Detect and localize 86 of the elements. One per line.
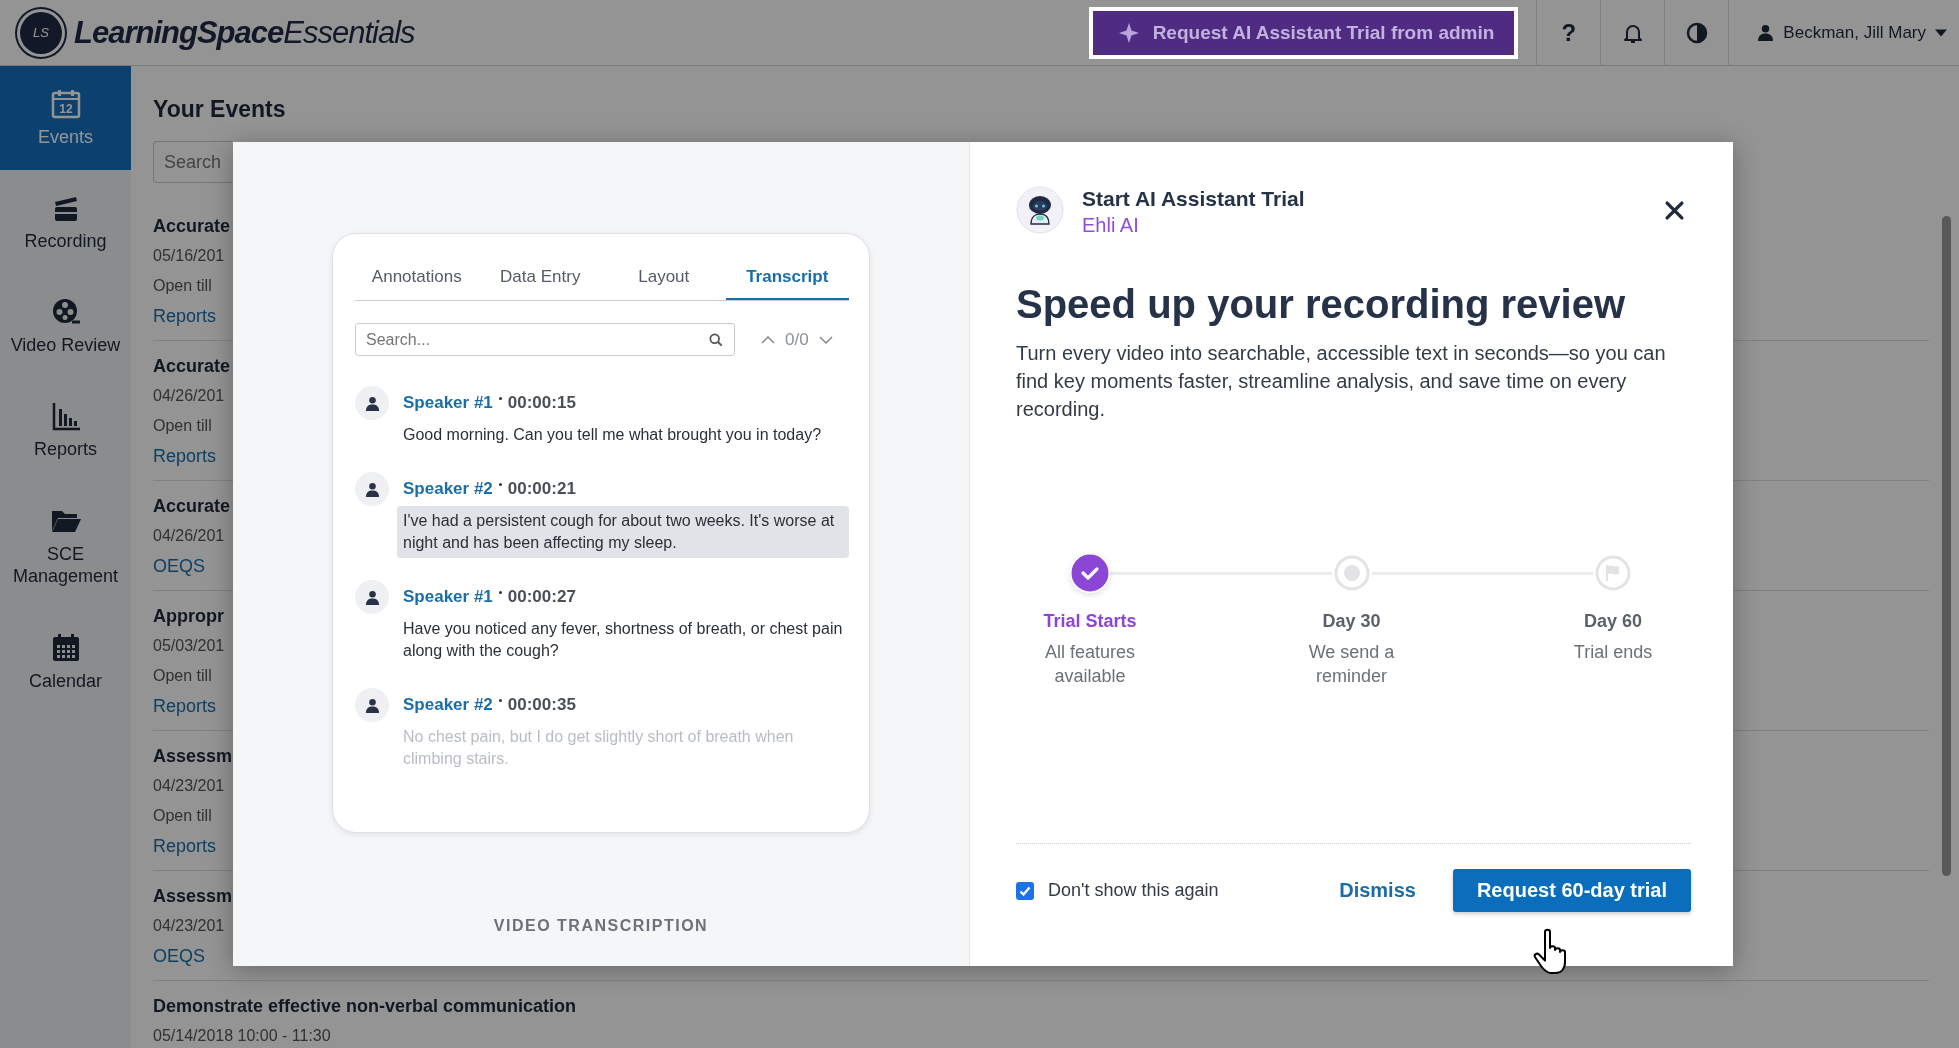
event-date: 04/26/201 xyxy=(153,386,225,406)
event-date: 04/26/201 xyxy=(153,526,225,546)
dont-show-checkbox[interactable]: Don't show this again xyxy=(1016,880,1219,901)
event-title: Accurate xyxy=(153,215,231,238)
event-link[interactable]: Reports xyxy=(153,691,217,721)
event-status: Open till xyxy=(153,666,212,686)
separator-dot-icon xyxy=(498,482,502,486)
speaker-name[interactable]: Speaker #2 xyxy=(403,479,493,499)
event-date: 04/23/201 xyxy=(153,916,225,936)
event-date: 05/03/201 xyxy=(153,636,225,656)
sidebar-item[interactable]: 12 Events xyxy=(0,66,131,170)
match-count: 0/0 xyxy=(785,329,809,350)
event-date: 04/23/201 xyxy=(153,776,225,796)
speaker-avatar xyxy=(355,580,389,614)
user-menu[interactable]: Beckman, Jill Mary xyxy=(1728,0,1959,65)
step-label: Day 60 xyxy=(1583,611,1642,632)
event-date: 05/14/2018 10:00 - 11:30 xyxy=(153,1026,331,1046)
event-title: Appropr xyxy=(153,605,224,628)
event-link[interactable]: Reports xyxy=(153,831,217,861)
separator-dot-icon xyxy=(498,698,502,702)
speaker-name[interactable]: Speaker #2 xyxy=(403,695,493,715)
step-label: Trial Starts xyxy=(1043,611,1137,632)
timestamp: 00:00:35 xyxy=(507,695,576,715)
tab[interactable]: Data Entry xyxy=(478,256,602,300)
event-link[interactable]: OEQS xyxy=(153,551,205,581)
transcript-text: Good morning. Can you tell me what brought you in today? xyxy=(403,425,823,445)
tab[interactable]: Transcript xyxy=(725,256,849,300)
checkbox[interactable] xyxy=(1016,881,1034,900)
dismiss-button[interactable]: Dismiss xyxy=(1339,879,1416,902)
transcript-search-field[interactable]: Search... xyxy=(355,323,735,356)
caret-icon xyxy=(1935,28,1947,37)
speaker-name[interactable]: Speaker #1 xyxy=(403,393,493,413)
event-status: Open till xyxy=(153,806,212,826)
speaker-name[interactable]: Speaker #1 xyxy=(403,587,493,607)
event-title: Assessm xyxy=(153,745,233,768)
event-status: Open till xyxy=(153,276,212,296)
speaker-avatar xyxy=(355,688,389,722)
dialog-title: Start AI Assistant Trial xyxy=(1082,187,1305,211)
event-status: Open till xyxy=(153,416,212,436)
event-link[interactable]: Reports xyxy=(153,441,217,471)
logo-text: LearningSpaceEssentials xyxy=(74,14,415,51)
transcript-text: I've had a persistent cough for about two weeks. It's worse at night and has been affecting my sleep. xyxy=(397,506,849,558)
transcript-text: Have you noticed any fever, shortness of breath, or chest pain along with the cough? xyxy=(403,619,844,661)
search-icon xyxy=(709,333,723,347)
dialog-heading: Speed up your recording review xyxy=(1016,282,1627,327)
preview-caption: VIDEO TRANSCRIPTION xyxy=(493,917,709,935)
transcript-text: No chest pain, but I do get slightly short of breath when climbing stairs. xyxy=(403,727,795,769)
person-icon xyxy=(1757,24,1775,41)
contrast-icon xyxy=(1684,20,1709,45)
sidebar-item[interactable]: Video Review xyxy=(0,274,131,378)
dialog-subtitle: Ehli AI xyxy=(1082,214,1140,237)
event-title: Accurate xyxy=(153,355,231,378)
sidebar-item[interactable]: Recording xyxy=(0,170,131,274)
tab[interactable]: Layout xyxy=(602,256,726,300)
speaker-avatar xyxy=(355,472,389,506)
sidebar-item[interactable]: Calendar xyxy=(0,610,131,714)
step-description: We send a reminder xyxy=(1307,641,1396,688)
event-title: Accurate xyxy=(153,495,231,518)
event-title: Assessm xyxy=(153,885,233,908)
separator-dot-icon xyxy=(498,396,502,400)
tab[interactable]: Annotations xyxy=(355,256,479,300)
event-title: Demonstrate effective non-verbal communication xyxy=(153,995,577,1018)
event-date: 05/16/201 xyxy=(153,246,225,266)
speaker-avatar xyxy=(355,386,389,420)
close-icon xyxy=(1664,200,1685,221)
timestamp: 00:00:21 xyxy=(507,479,576,499)
help-button[interactable]: ? xyxy=(1536,0,1601,65)
dialog-description: Turn every video into searchable, accessible text in seconds—so you can find key moments faster, streamline analysis, and save time on every recording. xyxy=(1016,341,1667,422)
separator-dot-icon xyxy=(498,590,502,594)
page-title: Your Events xyxy=(153,96,286,123)
step-label: Day 30 xyxy=(1322,611,1381,632)
event-link[interactable]: Reports xyxy=(153,301,217,331)
sparkle-icon xyxy=(1118,22,1139,43)
step-description: Trial ends xyxy=(1573,641,1653,664)
chevron-up-icon[interactable] xyxy=(761,335,775,344)
chevron-down-icon[interactable] xyxy=(818,335,833,344)
request-trial-button[interactable]: Request 60-day trial xyxy=(1452,869,1691,912)
timestamp: 00:00:27 xyxy=(507,587,576,607)
search-field[interactable]: Search. xyxy=(153,141,232,183)
sidebar-item[interactable]: Reports xyxy=(0,378,131,482)
event-link[interactable]: OEQS xyxy=(153,941,205,971)
request-trial-button[interactable]: Request AI Assistant Trial from admin xyxy=(1088,6,1519,59)
scrollbar[interactable] xyxy=(1942,216,1951,876)
step-description: All features available xyxy=(1043,641,1136,688)
sidebar-item[interactable]: SCE Management xyxy=(0,482,131,610)
timestamp: 00:00:15 xyxy=(507,393,576,413)
